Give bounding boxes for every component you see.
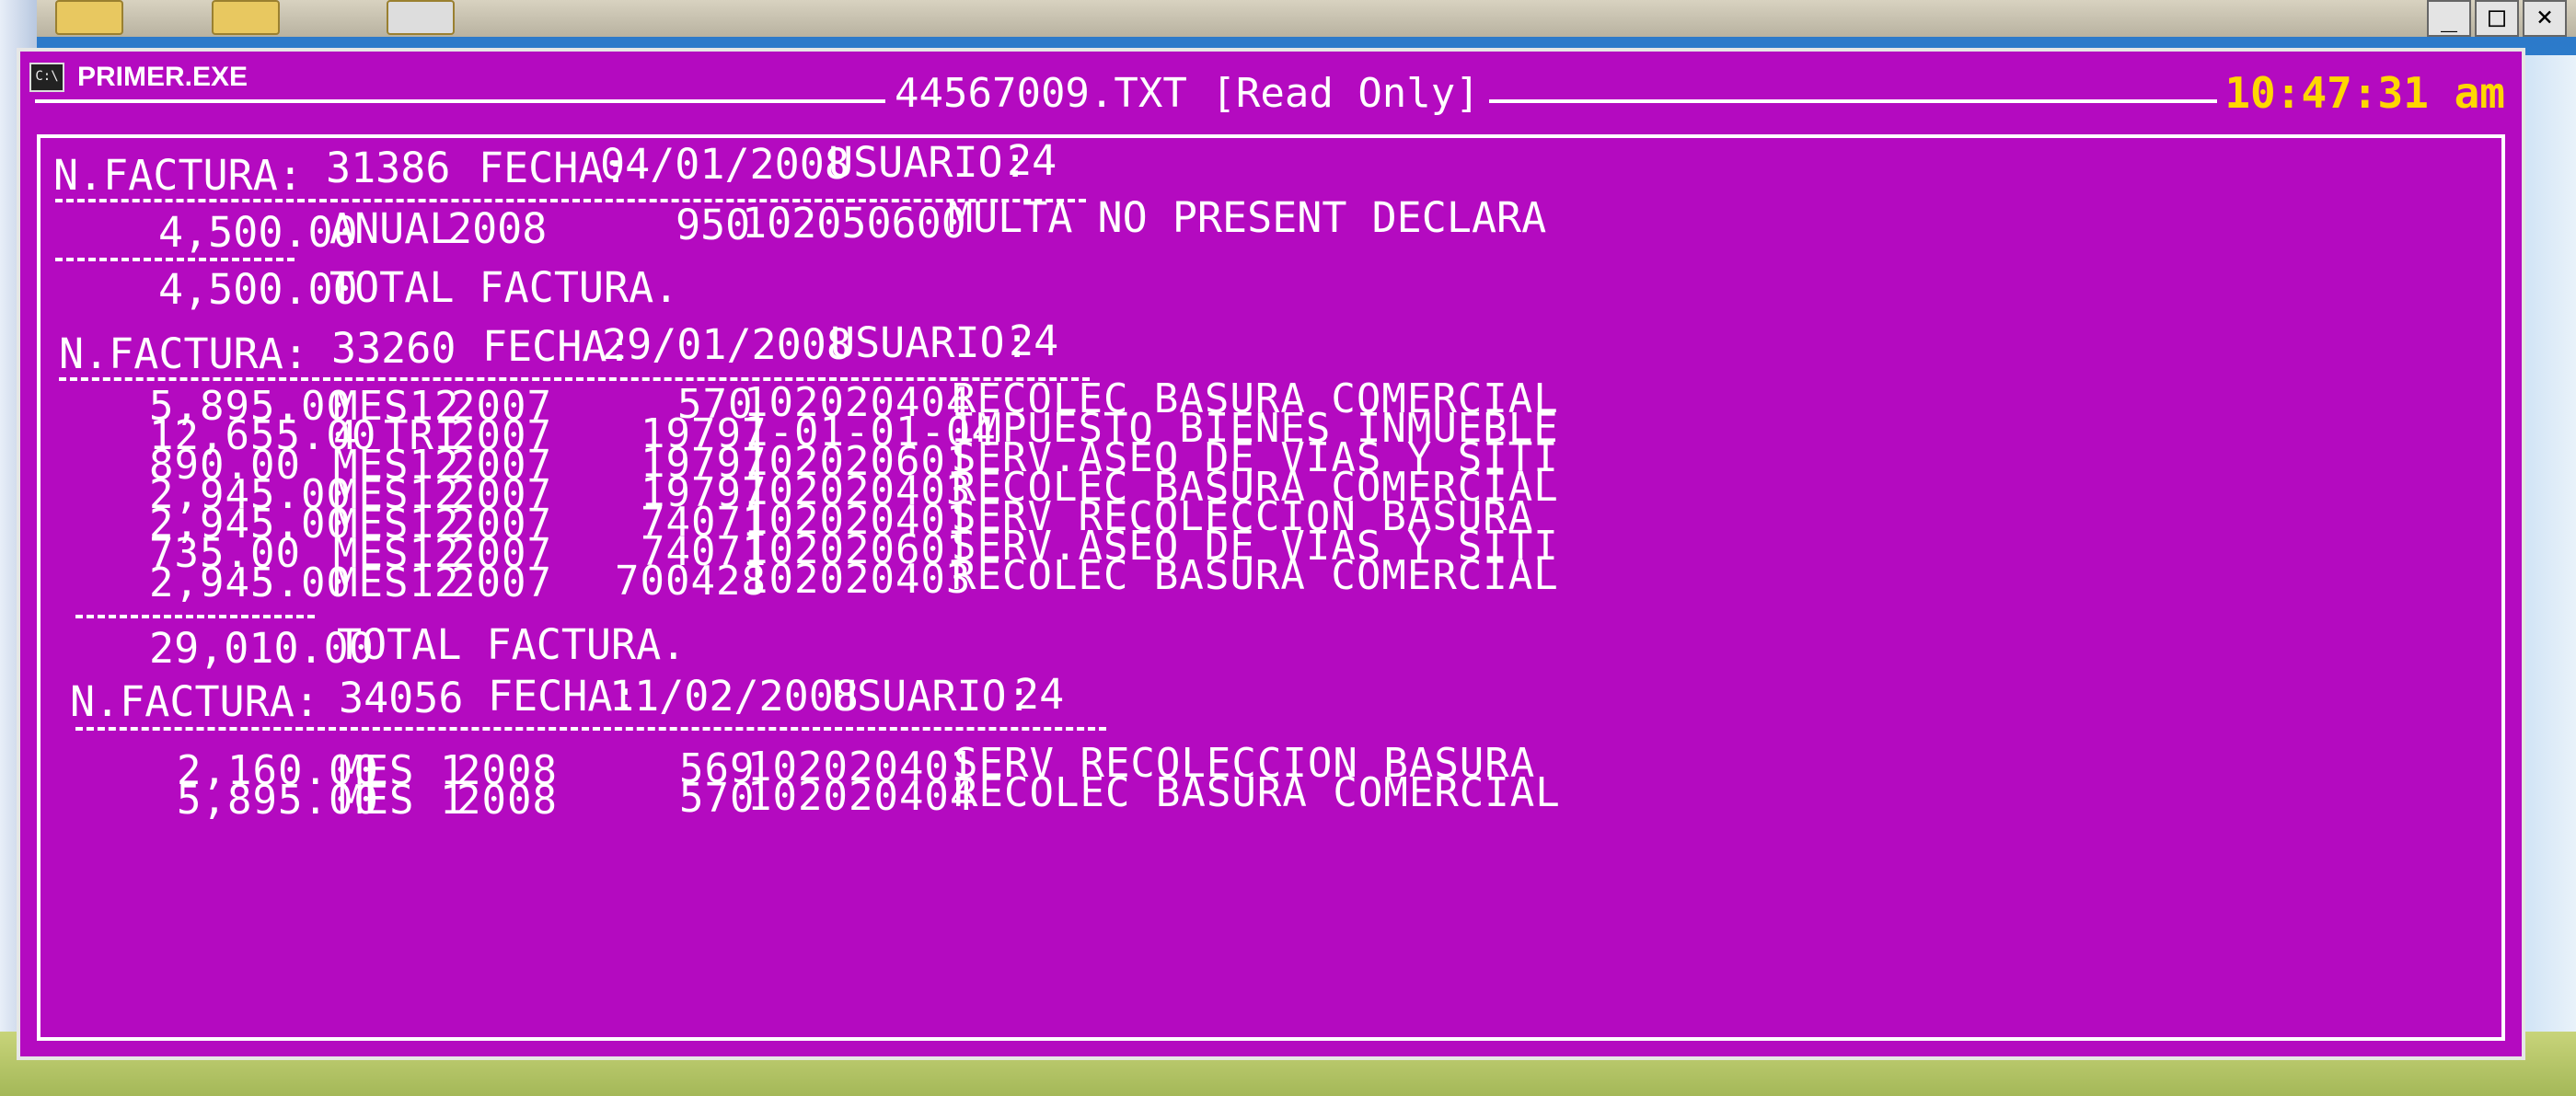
line-amount: 2,945.00 <box>149 560 352 606</box>
line-description: RECOLEC BASURA COMERCIAL <box>953 769 1561 816</box>
desktop-folder-icon[interactable] <box>212 0 280 35</box>
maximize-button[interactable]: □ <box>2475 0 2519 37</box>
line-description: RECOLEC BASURA COMERCIAL <box>952 552 1559 599</box>
line-code: 570 <box>679 775 756 822</box>
subtotal-separator <box>55 258 295 261</box>
user-label: USUARIO: <box>830 318 1030 367</box>
user-id: 24 <box>1007 136 1057 185</box>
line-year: 2008 <box>447 204 548 253</box>
invoice-number: 34056 <box>339 674 464 722</box>
desktop-window-controls: _ □ × <box>2427 0 2576 37</box>
line-period: ANUAL <box>329 204 455 253</box>
line-account: 102020403 <box>744 556 972 603</box>
invoice-total-label: TOTAL FACTURA. <box>329 263 679 312</box>
line-code: 950 <box>676 201 751 249</box>
desktop-folder-icon[interactable] <box>55 0 123 35</box>
line-account: 102020404 <box>747 773 976 820</box>
desktop-top-strip: _ □ × <box>0 0 2576 37</box>
document-title: 44567009.TXT [Read Only] <box>885 70 1489 117</box>
line-amount: 4,500.00 <box>158 208 358 257</box>
user-id: 24 <box>1009 317 1059 365</box>
subtotal-separator <box>75 615 315 618</box>
console-app-icon: C:\ <box>29 63 64 92</box>
window-titlebar[interactable]: C:\ PRIMER.EXE <box>29 59 248 96</box>
console-window: C:\ PRIMER.EXE 44567009.TXT [Read Only] … <box>17 48 2525 1060</box>
desktop-shortcut-icon[interactable] <box>387 0 455 35</box>
line-description: MULTA NO PRESENT DECLARA <box>948 193 1547 242</box>
minimize-button[interactable]: _ <box>2427 0 2471 37</box>
line-period: MES12 <box>333 560 460 606</box>
invoice-label: N.FACTURA: <box>53 151 303 200</box>
invoice-label: N.FACTURA: <box>59 329 308 378</box>
invoice-date: 29/01/2008 <box>602 320 851 369</box>
line-year: 2008 <box>456 777 558 824</box>
invoice-number: 31386 <box>326 144 451 192</box>
invoice-number: 33260 <box>331 324 456 373</box>
line-account: 102050600 <box>742 199 966 248</box>
invoice-date: 11/02/2008 <box>609 672 859 721</box>
line-period: MES 1 <box>339 777 466 824</box>
clock: 10:47:31 am <box>2217 68 2512 118</box>
invoice-label: N.FACTURA: <box>70 677 319 726</box>
invoice-total: 4,500.00 <box>158 265 358 314</box>
close-button[interactable]: × <box>2523 0 2567 37</box>
separator-line <box>75 727 1106 731</box>
line-year: 2007 <box>451 560 552 606</box>
user-label: USUARIO: <box>828 138 1028 187</box>
desktop-right-strip <box>2521 55 2576 1067</box>
user-label: USUARIO: <box>832 672 1032 721</box>
user-id: 24 <box>1014 670 1065 719</box>
invoice-total-label: TOTAL FACTURA. <box>337 620 687 669</box>
invoice-date: 04/01/2008 <box>600 140 849 189</box>
window-title: PRIMER.EXE <box>77 62 248 92</box>
